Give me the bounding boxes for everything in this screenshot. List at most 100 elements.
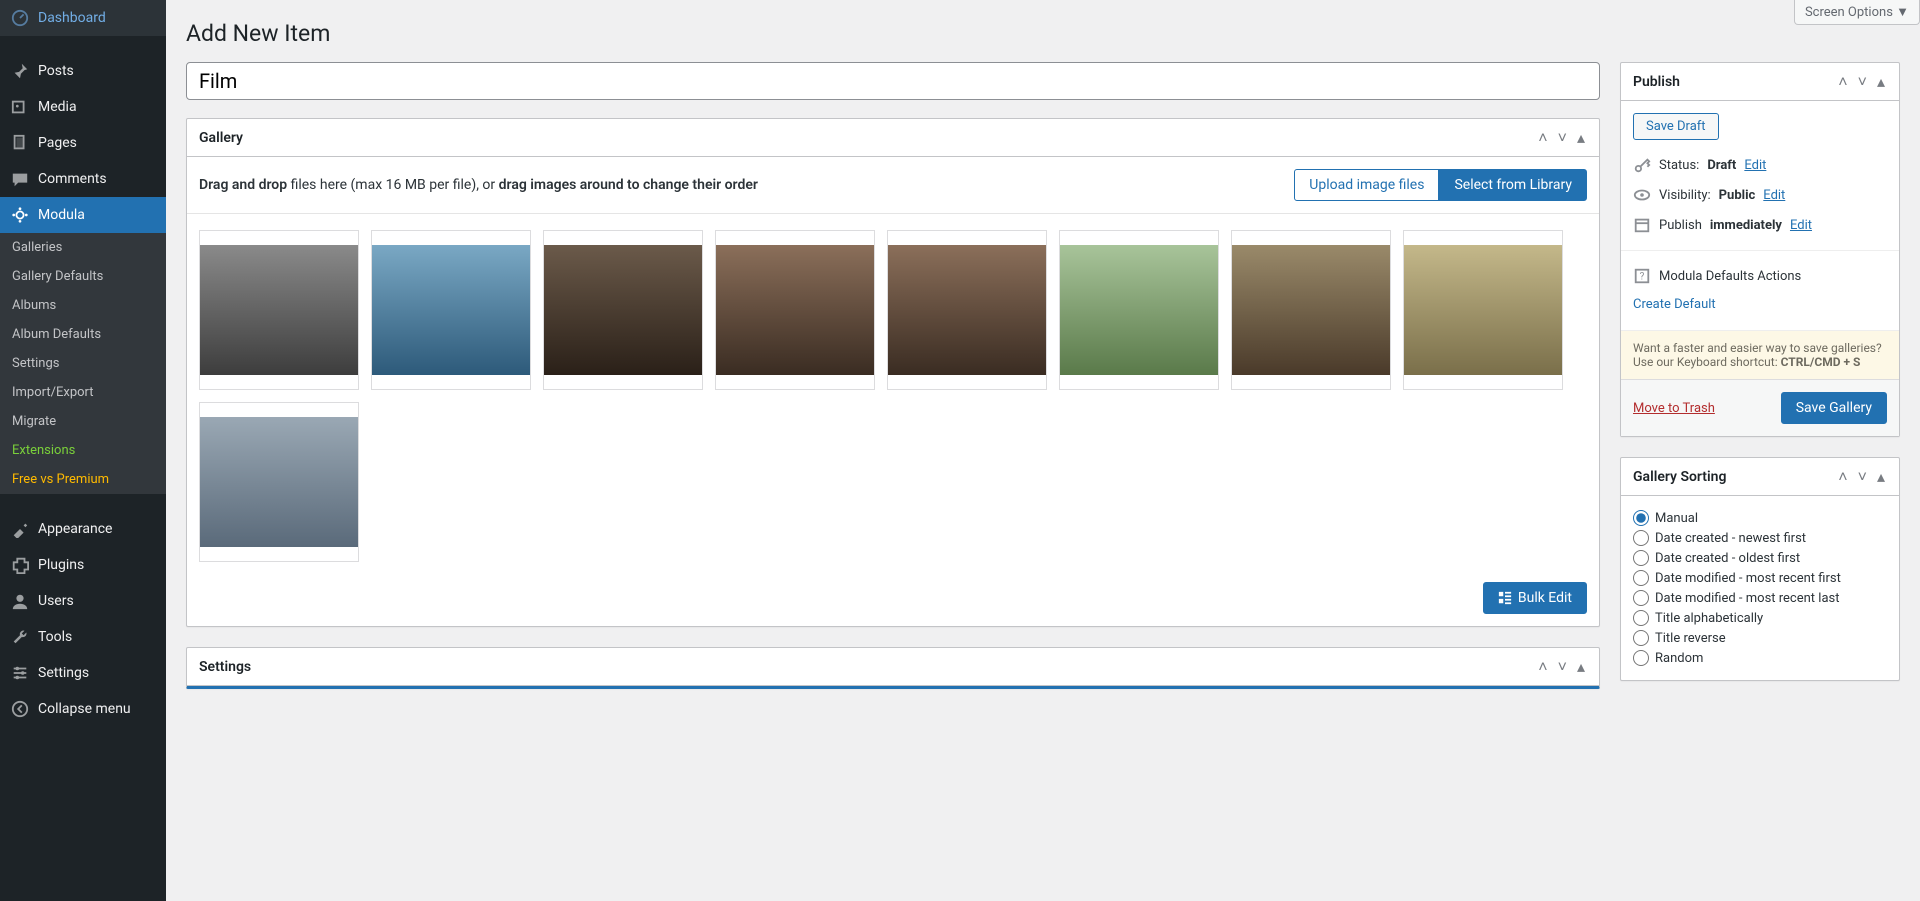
dashboard-icon — [10, 8, 30, 28]
thumbnail-grid — [187, 214, 1599, 570]
sidebar-item-plugins[interactable]: Plugins — [0, 547, 166, 583]
sidebar-label: Modula — [38, 207, 85, 223]
thumbnail[interactable] — [1403, 230, 1563, 390]
sidebar-label: Posts — [38, 63, 74, 79]
thumbnail[interactable] — [887, 230, 1047, 390]
thumbnail[interactable] — [543, 230, 703, 390]
publish-panel: Publish ˄ ˅ ▴ Save Draft Status: — [1620, 62, 1900, 437]
move-to-trash-link[interactable]: Move to Trash — [1633, 401, 1715, 416]
users-icon — [10, 591, 30, 611]
submenu-galleries[interactable]: Galleries — [0, 233, 166, 262]
edit-publish-date-link[interactable]: Edit — [1790, 218, 1812, 233]
sidebar-label: Media — [38, 99, 77, 115]
sidebar-label: Settings — [38, 665, 89, 681]
appearance-icon — [10, 519, 30, 539]
collapse-panel-icon[interactable]: ▴ — [1875, 70, 1887, 94]
publish-heading: Publish — [1633, 74, 1680, 90]
chevron-up-icon[interactable]: ˄ — [1536, 655, 1549, 679]
thumbnail[interactable] — [199, 230, 359, 390]
collapse-panel-icon[interactable]: ▴ — [1575, 655, 1587, 679]
thumbnail[interactable] — [1231, 230, 1391, 390]
submenu-free-vs-premium[interactable]: Free vs Premium — [0, 465, 166, 494]
thumbnail[interactable] — [715, 230, 875, 390]
sidebar-item-users[interactable]: Users — [0, 583, 166, 619]
gallery-sorting-panel: Gallery Sorting ˄ ˅ ▴ ManualDate created… — [1620, 457, 1900, 681]
upload-images-button[interactable]: Upload image files — [1294, 169, 1439, 201]
sidebar-label: Dashboard — [38, 10, 106, 26]
help-icon: ? — [1633, 267, 1651, 285]
sidebar-item-posts[interactable]: Posts — [0, 53, 166, 89]
sorting-option[interactable]: Random — [1633, 648, 1887, 668]
save-gallery-button[interactable]: Save Gallery — [1781, 392, 1887, 424]
page-icon — [10, 133, 30, 153]
chevron-down-icon[interactable]: ˅ — [1856, 70, 1869, 94]
edit-status-link[interactable]: Edit — [1744, 158, 1766, 173]
save-draft-button[interactable]: Save Draft — [1633, 113, 1719, 140]
gallery-panel: Gallery ˄ ˅ ▴ Drag and drop files here (… — [186, 118, 1600, 627]
sidebar-item-media[interactable]: Media — [0, 89, 166, 125]
sorting-options: ManualDate created - newest firstDate cr… — [1621, 496, 1899, 680]
chevron-down-icon[interactable]: ˅ — [1556, 655, 1569, 679]
sorting-option[interactable]: Manual — [1633, 508, 1887, 528]
sidebar-label: Tools — [38, 629, 72, 645]
eye-icon — [1633, 186, 1651, 204]
chevron-up-icon[interactable]: ˄ — [1536, 126, 1549, 150]
sidebar-item-tools[interactable]: Tools — [0, 619, 166, 655]
main-content: Screen Options ▼ Add New Item Gallery ˄ … — [166, 0, 1920, 901]
admin-sidebar: Dashboard Posts Media Pages Comments Mod… — [0, 0, 166, 901]
modula-submenu: Galleries Gallery Defaults Albums Album … — [0, 233, 166, 494]
settings-panel: Settings ˄ ˅ ▴ — [186, 647, 1600, 689]
submenu-migrate[interactable]: Migrate — [0, 407, 166, 436]
sidebar-item-pages[interactable]: Pages — [0, 125, 166, 161]
collapse-panel-icon[interactable]: ▴ — [1875, 465, 1887, 489]
create-default-link[interactable]: Create Default — [1633, 297, 1716, 312]
screen-options-toggle[interactable]: Screen Options ▼ — [1794, 0, 1920, 25]
chevron-up-icon[interactable]: ˄ — [1836, 70, 1849, 94]
sidebar-label: Plugins — [38, 557, 84, 573]
submenu-gallery-defaults[interactable]: Gallery Defaults — [0, 262, 166, 291]
sorting-option[interactable]: Date modified - most recent last — [1633, 588, 1887, 608]
thumbnail[interactable] — [371, 230, 531, 390]
drop-hint: Drag and drop files here (max 16 MB per … — [199, 177, 758, 193]
sidebar-label: Comments — [38, 171, 107, 187]
plugin-icon — [10, 555, 30, 575]
shortcut-note: Want a faster and easier way to save gal… — [1621, 330, 1899, 379]
submenu-album-defaults[interactable]: Album Defaults — [0, 320, 166, 349]
chevron-up-icon[interactable]: ˄ — [1836, 465, 1849, 489]
chevron-down-icon[interactable]: ˅ — [1856, 465, 1869, 489]
sorting-heading: Gallery Sorting — [1633, 469, 1726, 485]
collapse-icon — [10, 699, 30, 719]
sidebar-label: Users — [38, 593, 74, 609]
sidebar-item-dashboard[interactable]: Dashboard — [0, 0, 166, 36]
media-icon — [10, 97, 30, 117]
sorting-option[interactable]: Date modified - most recent first — [1633, 568, 1887, 588]
bulk-edit-button[interactable]: Bulk Edit — [1483, 582, 1587, 614]
sidebar-item-appearance[interactable]: Appearance — [0, 511, 166, 547]
submenu-import-export[interactable]: Import/Export — [0, 378, 166, 407]
sidebar-item-settings[interactable]: Settings — [0, 655, 166, 691]
sidebar-item-collapse[interactable]: Collapse menu — [0, 691, 166, 727]
sidebar-item-modula[interactable]: Modula — [0, 197, 166, 233]
submenu-albums[interactable]: Albums — [0, 291, 166, 320]
sorting-option[interactable]: Title reverse — [1633, 628, 1887, 648]
thumbnail[interactable] — [1059, 230, 1219, 390]
settings-icon — [10, 663, 30, 683]
chevron-down-icon[interactable]: ˅ — [1556, 126, 1569, 150]
sorting-option[interactable]: Date created - newest first — [1633, 528, 1887, 548]
sidebar-item-comments[interactable]: Comments — [0, 161, 166, 197]
sidebar-label: Collapse menu — [38, 701, 131, 717]
grid-icon — [1498, 591, 1512, 605]
pin-icon — [10, 61, 30, 81]
page-title: Add New Item — [186, 20, 1900, 47]
submenu-extensions[interactable]: Extensions — [0, 436, 166, 465]
select-from-library-button[interactable]: Select from Library — [1439, 169, 1587, 201]
sorting-option[interactable]: Title alphabetically — [1633, 608, 1887, 628]
collapse-panel-icon[interactable]: ▴ — [1575, 126, 1587, 150]
title-input[interactable] — [186, 62, 1600, 100]
sorting-option[interactable]: Date created - oldest first — [1633, 548, 1887, 568]
thumbnail[interactable] — [199, 402, 359, 562]
edit-visibility-link[interactable]: Edit — [1763, 188, 1785, 203]
sidebar-label: Pages — [38, 135, 77, 151]
modula-icon — [10, 205, 30, 225]
submenu-settings[interactable]: Settings — [0, 349, 166, 378]
